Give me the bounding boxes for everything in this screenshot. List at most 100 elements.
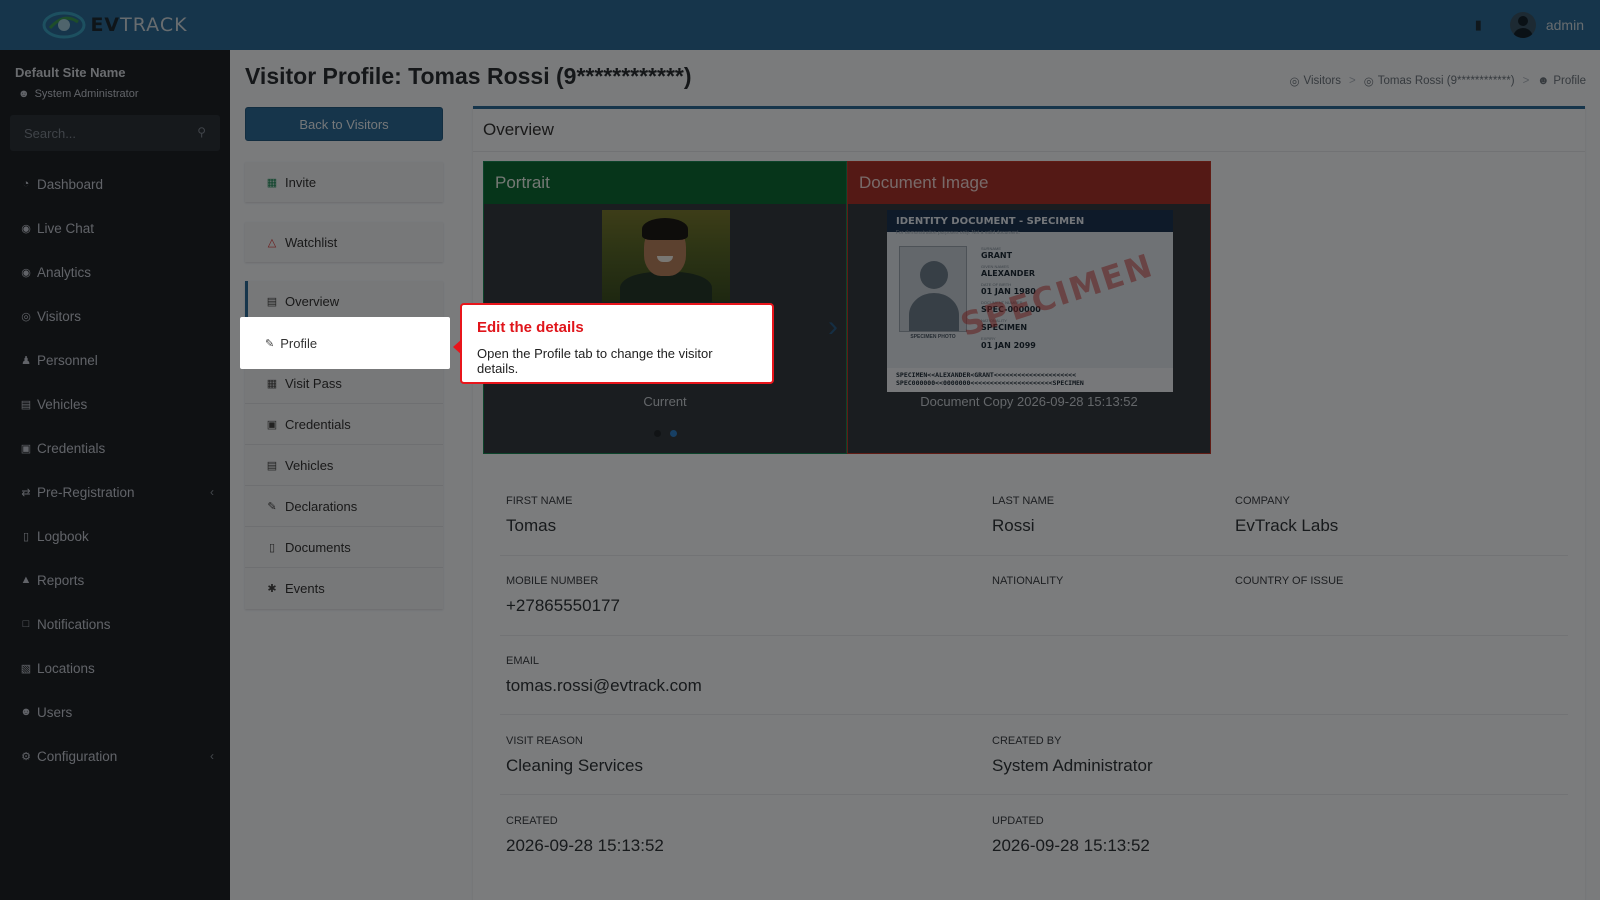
sidebar-item-visitors[interactable]: ◎ Visitors: [0, 294, 230, 338]
eye-icon: ◎: [1363, 76, 1374, 88]
carousel-dot-active[interactable]: [669, 430, 677, 437]
tab-label: Overview: [285, 293, 340, 309]
car-icon: ▤: [266, 459, 278, 472]
sidebar-item-label: Credentials: [37, 440, 106, 456]
field-label: CREATED BY: [992, 735, 1062, 747]
tooltip-title: Edit the details: [477, 319, 584, 336]
book-icon: ▯: [22, 530, 30, 543]
back-to-visitors-button[interactable]: Back to Visitors: [245, 107, 443, 141]
portrait-photo[interactable]: [602, 210, 730, 302]
signature-icon: ✎: [267, 500, 277, 513]
tab-label: Documents: [285, 539, 351, 555]
id-card-icon: ▣: [20, 442, 32, 455]
chevron-right-icon[interactable]: ›: [828, 310, 838, 344]
warning-icon: △: [267, 236, 277, 249]
field-label: LAST NAME: [992, 495, 1055, 507]
field-label: MOBILE NUMBER: [506, 575, 599, 587]
tab-visit-pass[interactable]: ▦ Visit Pass: [245, 363, 443, 404]
sidebar-item-personnel[interactable]: ♟ Personnel: [0, 338, 230, 382]
carousel-dot[interactable]: [653, 430, 661, 437]
sidebar-item-vehicles[interactable]: ▤ Vehicles: [0, 382, 230, 426]
sidebar-item-configuration[interactable]: ⚙ Configuration ‹: [0, 734, 230, 778]
search-icon[interactable]: ⚲: [197, 125, 206, 139]
sidebar-item-locations[interactable]: ▧ Locations: [0, 646, 230, 690]
tab-declarations[interactable]: ✎ Declarations: [245, 486, 443, 527]
sidebar-item-notifications[interactable]: □ Notifications: [0, 602, 230, 646]
sidebar-item-pre-registration[interactable]: ⇄ Pre-Registration ‹: [0, 470, 230, 514]
calendar-icon: ▦: [266, 377, 278, 390]
field-label: COUNTRY OF ISSUE: [1235, 575, 1344, 587]
sidebar-item-logbook[interactable]: ▯ Logbook: [0, 514, 230, 558]
visit-reason-field: VISIT REASON Cleaning Services: [506, 735, 643, 776]
role-label: System Administrator: [34, 88, 139, 100]
details-row: [500, 556, 1568, 636]
mrz-line: SPECIMEN<<ALEXANDER<GRANT<<<<<<<<<<<<<<<…: [896, 371, 1077, 379]
tab-events[interactable]: ✱ Events: [245, 568, 443, 609]
username: admin: [1545, 17, 1584, 33]
last-name-field: LAST NAME Rossi: [992, 495, 1054, 536]
sidebar-search: ⚲: [10, 115, 220, 151]
sidebar-item-label: Personnel: [37, 352, 98, 368]
mrz-line: SPEC000000<<0000000<<<<<<<<<<<<<<<<<<<<<…: [896, 379, 1084, 387]
watchlist-button[interactable]: △ Watchlist: [245, 222, 443, 262]
sidebar-item-live-chat[interactable]: ◉ Live Chat: [0, 206, 230, 250]
breadcrumb: ◎ Visitors > ◎ Tomas Rossi (9************)…: [1289, 74, 1586, 88]
users-cog-icon: ☻: [20, 706, 32, 718]
tour-highlight-profile[interactable]: ✎ Profile: [240, 317, 450, 369]
breadcrumb-visitor[interactable]: ◎ Tomas Rossi (9************): [1364, 74, 1515, 88]
eye-icon: ◎: [1289, 76, 1300, 88]
field-value: 2026-09-28 15:13:52: [992, 836, 1150, 855]
sidebar-item-dashboard[interactable]: ◔ Dashboard: [0, 162, 230, 206]
search-input[interactable]: [10, 115, 220, 151]
sidebar-item-label: Analytics: [37, 264, 92, 280]
sidebar: Default Site Name ☻ System Administrator…: [0, 50, 230, 900]
avatar: [1509, 12, 1536, 38]
invite-label: Invite: [285, 174, 317, 190]
tab-credentials[interactable]: ▣ Credentials: [245, 404, 443, 445]
tour-tooltip: Edit the details Open the Profile tab to…: [453, 303, 774, 384]
sidebar-item-label: Live Chat: [37, 220, 95, 236]
sidebar-item-label: Pre-Registration: [37, 484, 135, 500]
id-header: IDENTITY DOCUMENT - SPECIMEN: [887, 210, 1173, 232]
analytics-icon: ◉: [21, 266, 31, 279]
sidebar-item-label: Users: [37, 704, 73, 720]
navbar-right: ▮ admin: [1475, 0, 1584, 50]
sidebar-item-analytics[interactable]: ◉ Analytics: [0, 250, 230, 294]
id-card-icon: ▣: [266, 418, 278, 431]
invite-card: ▦ Invite: [245, 162, 443, 202]
tab-overview[interactable]: ▤ Overview: [245, 281, 443, 322]
document-image[interactable]: IDENTITY DOCUMENT - SPECIMEN For demonst…: [887, 210, 1173, 392]
field-label: NATIONALITY: [992, 575, 1064, 587]
sidebar-item-credentials[interactable]: ▣ Credentials: [0, 426, 230, 470]
logo-icon: [42, 11, 86, 39]
field-label: VISIT REASON: [506, 735, 583, 747]
tab-label: Visit Pass: [285, 375, 342, 391]
sidebar-item-label: Notifications: [37, 616, 111, 632]
tab-label: Vehicles: [285, 457, 334, 473]
brand-logo[interactable]: EVTRACK: [0, 0, 230, 50]
site-name[interactable]: Default Site Name: [15, 65, 126, 80]
id-field-value: ALEXANDER: [981, 269, 1036, 278]
nationality-field: NATIONALITY: [992, 575, 1063, 596]
tab-documents[interactable]: ▯ Documents: [245, 527, 443, 568]
eye-icon: ◎: [21, 310, 31, 323]
user-menu[interactable]: admin: [1509, 12, 1584, 38]
dashboard-icon: ◔: [22, 178, 30, 190]
sidebar-item-reports[interactable]: ▲ Reports: [0, 558, 230, 602]
book-icon[interactable]: ▮: [1475, 17, 1482, 33]
tab-vehicles[interactable]: ▤ Vehicles: [245, 445, 443, 486]
watchlist-card: △ Watchlist: [245, 222, 443, 262]
sidebar-nav: ◔ Dashboard ◉ Live Chat ◉ Analytics ◎ Visito…: [0, 162, 230, 778]
breadcrumb-label: Tomas Rossi (9************): [1377, 75, 1515, 87]
sidebar-item-label: Locations: [37, 660, 95, 676]
carousel-indicators: [484, 430, 846, 437]
breadcrumb-visitors[interactable]: ◎ Visitors: [1289, 74, 1341, 88]
sidebar-item-users[interactable]: ☻ Users: [0, 690, 230, 734]
document-title: Document Image: [848, 162, 1210, 204]
sidebar-item-label: Visitors: [37, 308, 82, 324]
field-value: System Administrator: [992, 756, 1153, 775]
field-value: 2026-09-28 15:13:52: [506, 836, 664, 855]
invite-button[interactable]: ▦ Invite: [245, 162, 443, 202]
sidebar-item-label: Configuration: [37, 748, 118, 764]
field-value: Cleaning Services: [506, 756, 644, 775]
